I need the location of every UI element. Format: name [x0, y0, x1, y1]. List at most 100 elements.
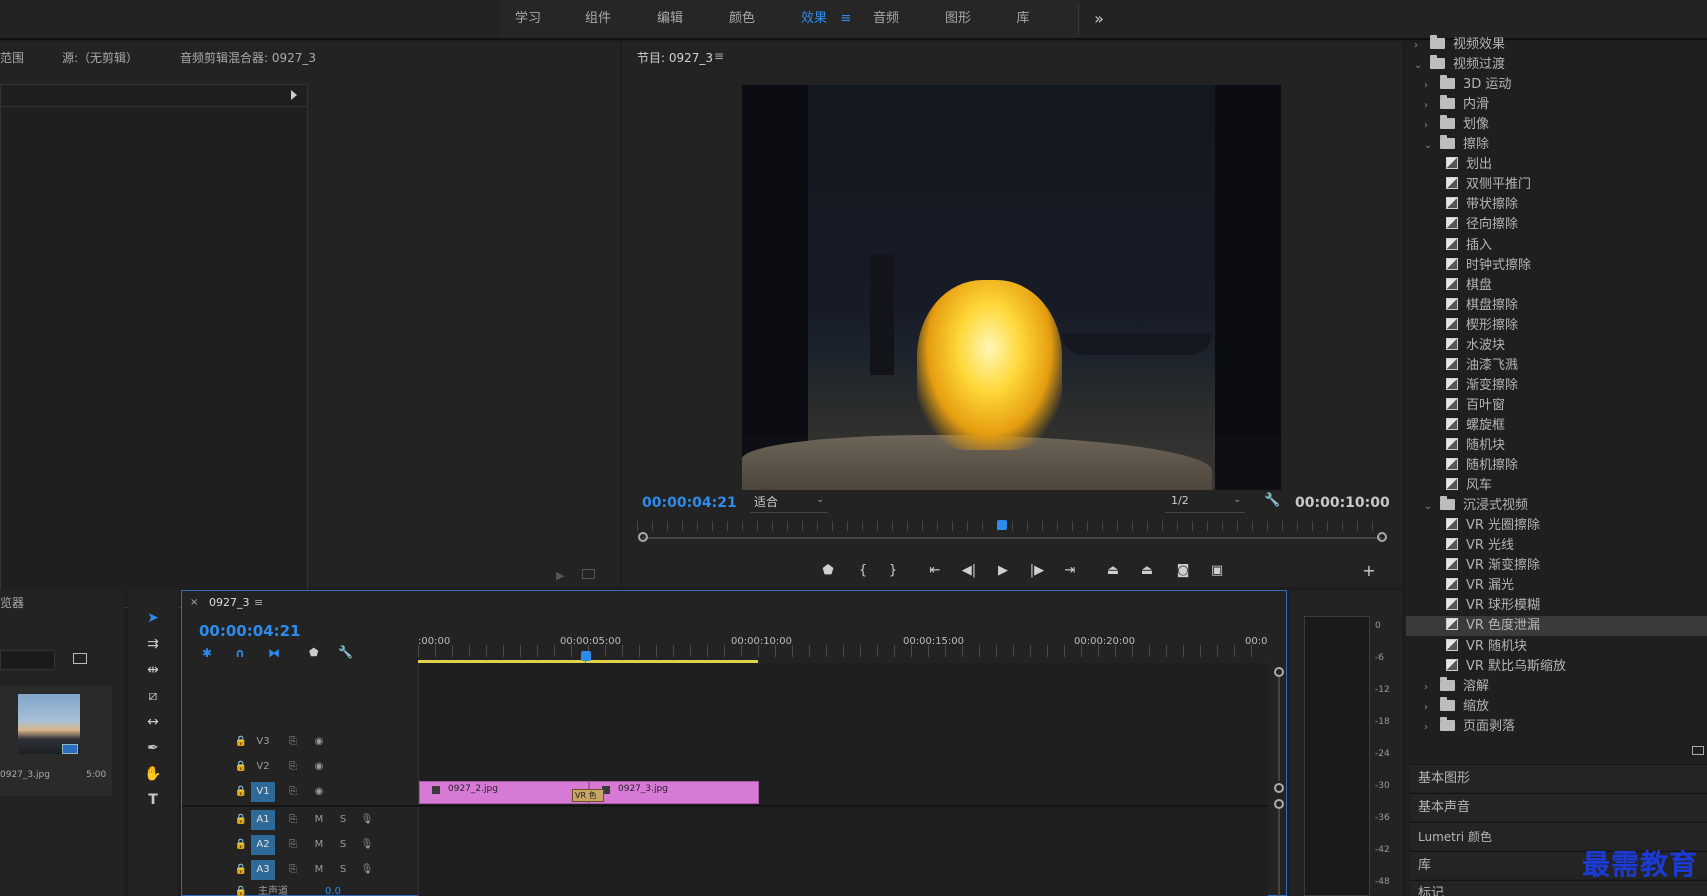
timeline-settings-wrench-icon[interactable]: 🔧 — [338, 645, 353, 659]
microphone-icon[interactable]: 🎙 — [355, 810, 379, 830]
chevron-down-icon[interactable]: ⌄ — [1424, 136, 1436, 156]
slip-tool-icon[interactable]: ↔ — [140, 711, 166, 733]
sync-lock-icon[interactable]: ⎘ — [281, 860, 305, 880]
microphone-icon[interactable]: 🎙 — [355, 860, 379, 880]
timeline-playhead-marker[interactable] — [581, 651, 591, 661]
effects-folder[interactable]: › 缩放 — [1406, 696, 1707, 718]
export-icon[interactable] — [582, 569, 595, 579]
track-scroll-handle-bottom[interactable] — [1274, 799, 1284, 809]
program-title[interactable]: 节目: 0927_3 — [637, 49, 713, 66]
workspace-tab-effects[interactable]: 效果 — [794, 0, 834, 38]
effects-folder[interactable]: › 3D 运动 — [1406, 75, 1707, 95]
workspace-tab-assembly[interactable]: 组件 — [578, 0, 618, 38]
effects-item[interactable]: VR 球形模糊 — [1406, 596, 1707, 616]
solo-button[interactable]: S — [331, 810, 355, 830]
chevron-down-icon[interactable]: ⌄ — [1414, 56, 1426, 76]
razor-tool-icon[interactable]: ⧄ — [140, 685, 166, 707]
sync-lock-icon[interactable]: ⎘ — [281, 732, 305, 752]
track-lock-icon[interactable]: 🔒 — [229, 810, 253, 830]
comparison-view-icon[interactable]: ▣ — [1206, 561, 1228, 581]
eye-icon[interactable]: ◉ — [307, 757, 331, 777]
program-mini-ruler[interactable] — [637, 521, 1387, 531]
folder-icon[interactable] — [73, 653, 87, 664]
workspace-tab-audio[interactable]: 音频 — [866, 0, 906, 38]
lift-icon[interactable]: ⏏ — [1102, 561, 1124, 581]
effects-folder[interactable]: ⌄ 擦除 — [1406, 135, 1707, 155]
insert-icon[interactable]: ▶ — [556, 569, 564, 582]
effects-item[interactable]: 划出 — [1406, 155, 1707, 175]
selection-tool-icon[interactable]: ➤ — [140, 607, 166, 629]
sequence-menu-icon[interactable]: ≡ — [254, 596, 263, 609]
mute-button[interactable]: M — [307, 860, 331, 880]
effects-folder[interactable]: › 页面剥落 — [1406, 716, 1707, 738]
mute-button[interactable]: M — [307, 835, 331, 855]
track-scroll-track-lower[interactable] — [1278, 809, 1280, 896]
effects-item[interactable]: VR 漏光 — [1406, 576, 1707, 596]
workspace-tab-libraries[interactable]: 库 — [1008, 0, 1038, 38]
snap-magnet-icon[interactable]: ∩ — [235, 646, 245, 660]
effects-item[interactable]: 带状擦除 — [1406, 195, 1707, 215]
effects-item[interactable]: 随机擦除 — [1406, 456, 1707, 476]
program-current-time[interactable]: 00:00:04:21 — [642, 495, 737, 511]
tab-range[interactable]: 范围 — [0, 49, 24, 66]
effects-item[interactable]: 风车 — [1406, 476, 1707, 496]
effects-item[interactable]: 水波块 — [1406, 336, 1707, 356]
add-button-icon[interactable]: + — [1358, 561, 1380, 581]
effects-item[interactable]: 螺旋框 — [1406, 416, 1707, 436]
clip-v1-0927-3[interactable]: 0927_3.jpg — [589, 781, 759, 804]
step-forward-icon[interactable]: |▶ — [1026, 561, 1048, 581]
wrench-icon[interactable]: 🔧 — [1264, 493, 1280, 508]
expand-arrow-icon[interactable] — [291, 90, 297, 100]
effects-folder[interactable]: › 视频效果 — [1406, 35, 1707, 55]
effects-item[interactable]: VR 渐变擦除 — [1406, 556, 1707, 576]
resolution-dropdown[interactable]: 1/2 ⌄ — [1165, 493, 1245, 513]
effects-item[interactable]: VR 光圈擦除 — [1406, 516, 1707, 536]
play-icon[interactable]: ▶ — [992, 561, 1014, 581]
tab-audio-clip-mixer[interactable]: 音频剪辑混合器: 0927_3 — [180, 49, 316, 66]
eye-icon[interactable]: ◉ — [307, 732, 331, 752]
track-lock-icon[interactable]: 🔒 — [229, 884, 253, 896]
chevron-right-icon[interactable]: › — [1424, 76, 1436, 96]
track-lock-icon[interactable]: 🔒 — [229, 757, 253, 777]
sync-lock-icon[interactable]: ⎘ — [281, 835, 305, 855]
effects-item[interactable]: 双侧平推门 — [1406, 175, 1707, 195]
nest-icon[interactable]: ✱ — [202, 646, 212, 660]
track-name[interactable]: V2 — [251, 757, 275, 777]
chevron-right-icon[interactable]: › — [1424, 96, 1436, 116]
clip-v1-0927-2[interactable]: 0927_2.jpg — [419, 781, 589, 804]
go-to-out-icon[interactable]: ⇥ — [1059, 561, 1081, 581]
program-scroll-track[interactable] — [642, 537, 1382, 539]
go-to-in-icon[interactable]: ⇤ — [924, 561, 946, 581]
chevron-right-icon[interactable]: › — [1424, 698, 1436, 718]
sequence-tab[interactable]: 0927_3 — [209, 596, 250, 609]
step-back-icon[interactable]: ◀| — [958, 561, 980, 581]
track-name[interactable]: A2 — [251, 835, 275, 855]
section-essential-sound[interactable]: 基本声音 — [1410, 793, 1707, 821]
extract-icon[interactable]: ⏏ — [1136, 561, 1158, 581]
add-marker-icon[interactable]: ⬟ — [817, 561, 839, 581]
effects-item[interactable]: 时钟式擦除 — [1406, 256, 1707, 276]
chevron-right-icon[interactable]: › — [1424, 116, 1436, 136]
new-bin-icon[interactable] — [1692, 746, 1704, 755]
chevron-right-icon[interactable]: › — [1424, 678, 1436, 698]
track-name[interactable]: A1 — [251, 810, 275, 830]
timeline-marker-icon[interactable]: ⬟ — [309, 646, 319, 659]
effects-item[interactable]: VR 随机块 — [1406, 637, 1707, 657]
timeline-ruler[interactable] — [418, 645, 1268, 657]
workspace-menu-icon[interactable]: ≡ — [836, 0, 856, 38]
tab-source[interactable]: 源:（无剪辑） — [62, 49, 138, 66]
solo-button[interactable]: S — [331, 860, 355, 880]
effects-item[interactable]: 渐变擦除 — [1406, 376, 1707, 396]
camera-icon[interactable]: ◙ — [1172, 561, 1194, 581]
track-name[interactable]: V3 — [251, 732, 275, 752]
solo-button[interactable]: S — [331, 835, 355, 855]
transition-vr-chroma-leaks[interactable]: VR 色 — [572, 789, 604, 802]
sync-lock-icon[interactable]: ⎘ — [281, 782, 305, 802]
timeline-current-time[interactable]: 00:00:04:21 — [199, 622, 301, 640]
scroll-start-handle[interactable] — [638, 532, 648, 542]
chevron-right-icon[interactable]: › — [1424, 718, 1436, 738]
microphone-icon[interactable]: 🎙 — [355, 835, 379, 855]
clip-thumbnail-card[interactable]: 0927_3.jpg 5:00 — [0, 686, 112, 796]
track-scroll-track[interactable] — [1278, 677, 1280, 781]
effects-item[interactable]: 楔形擦除 — [1406, 316, 1707, 336]
